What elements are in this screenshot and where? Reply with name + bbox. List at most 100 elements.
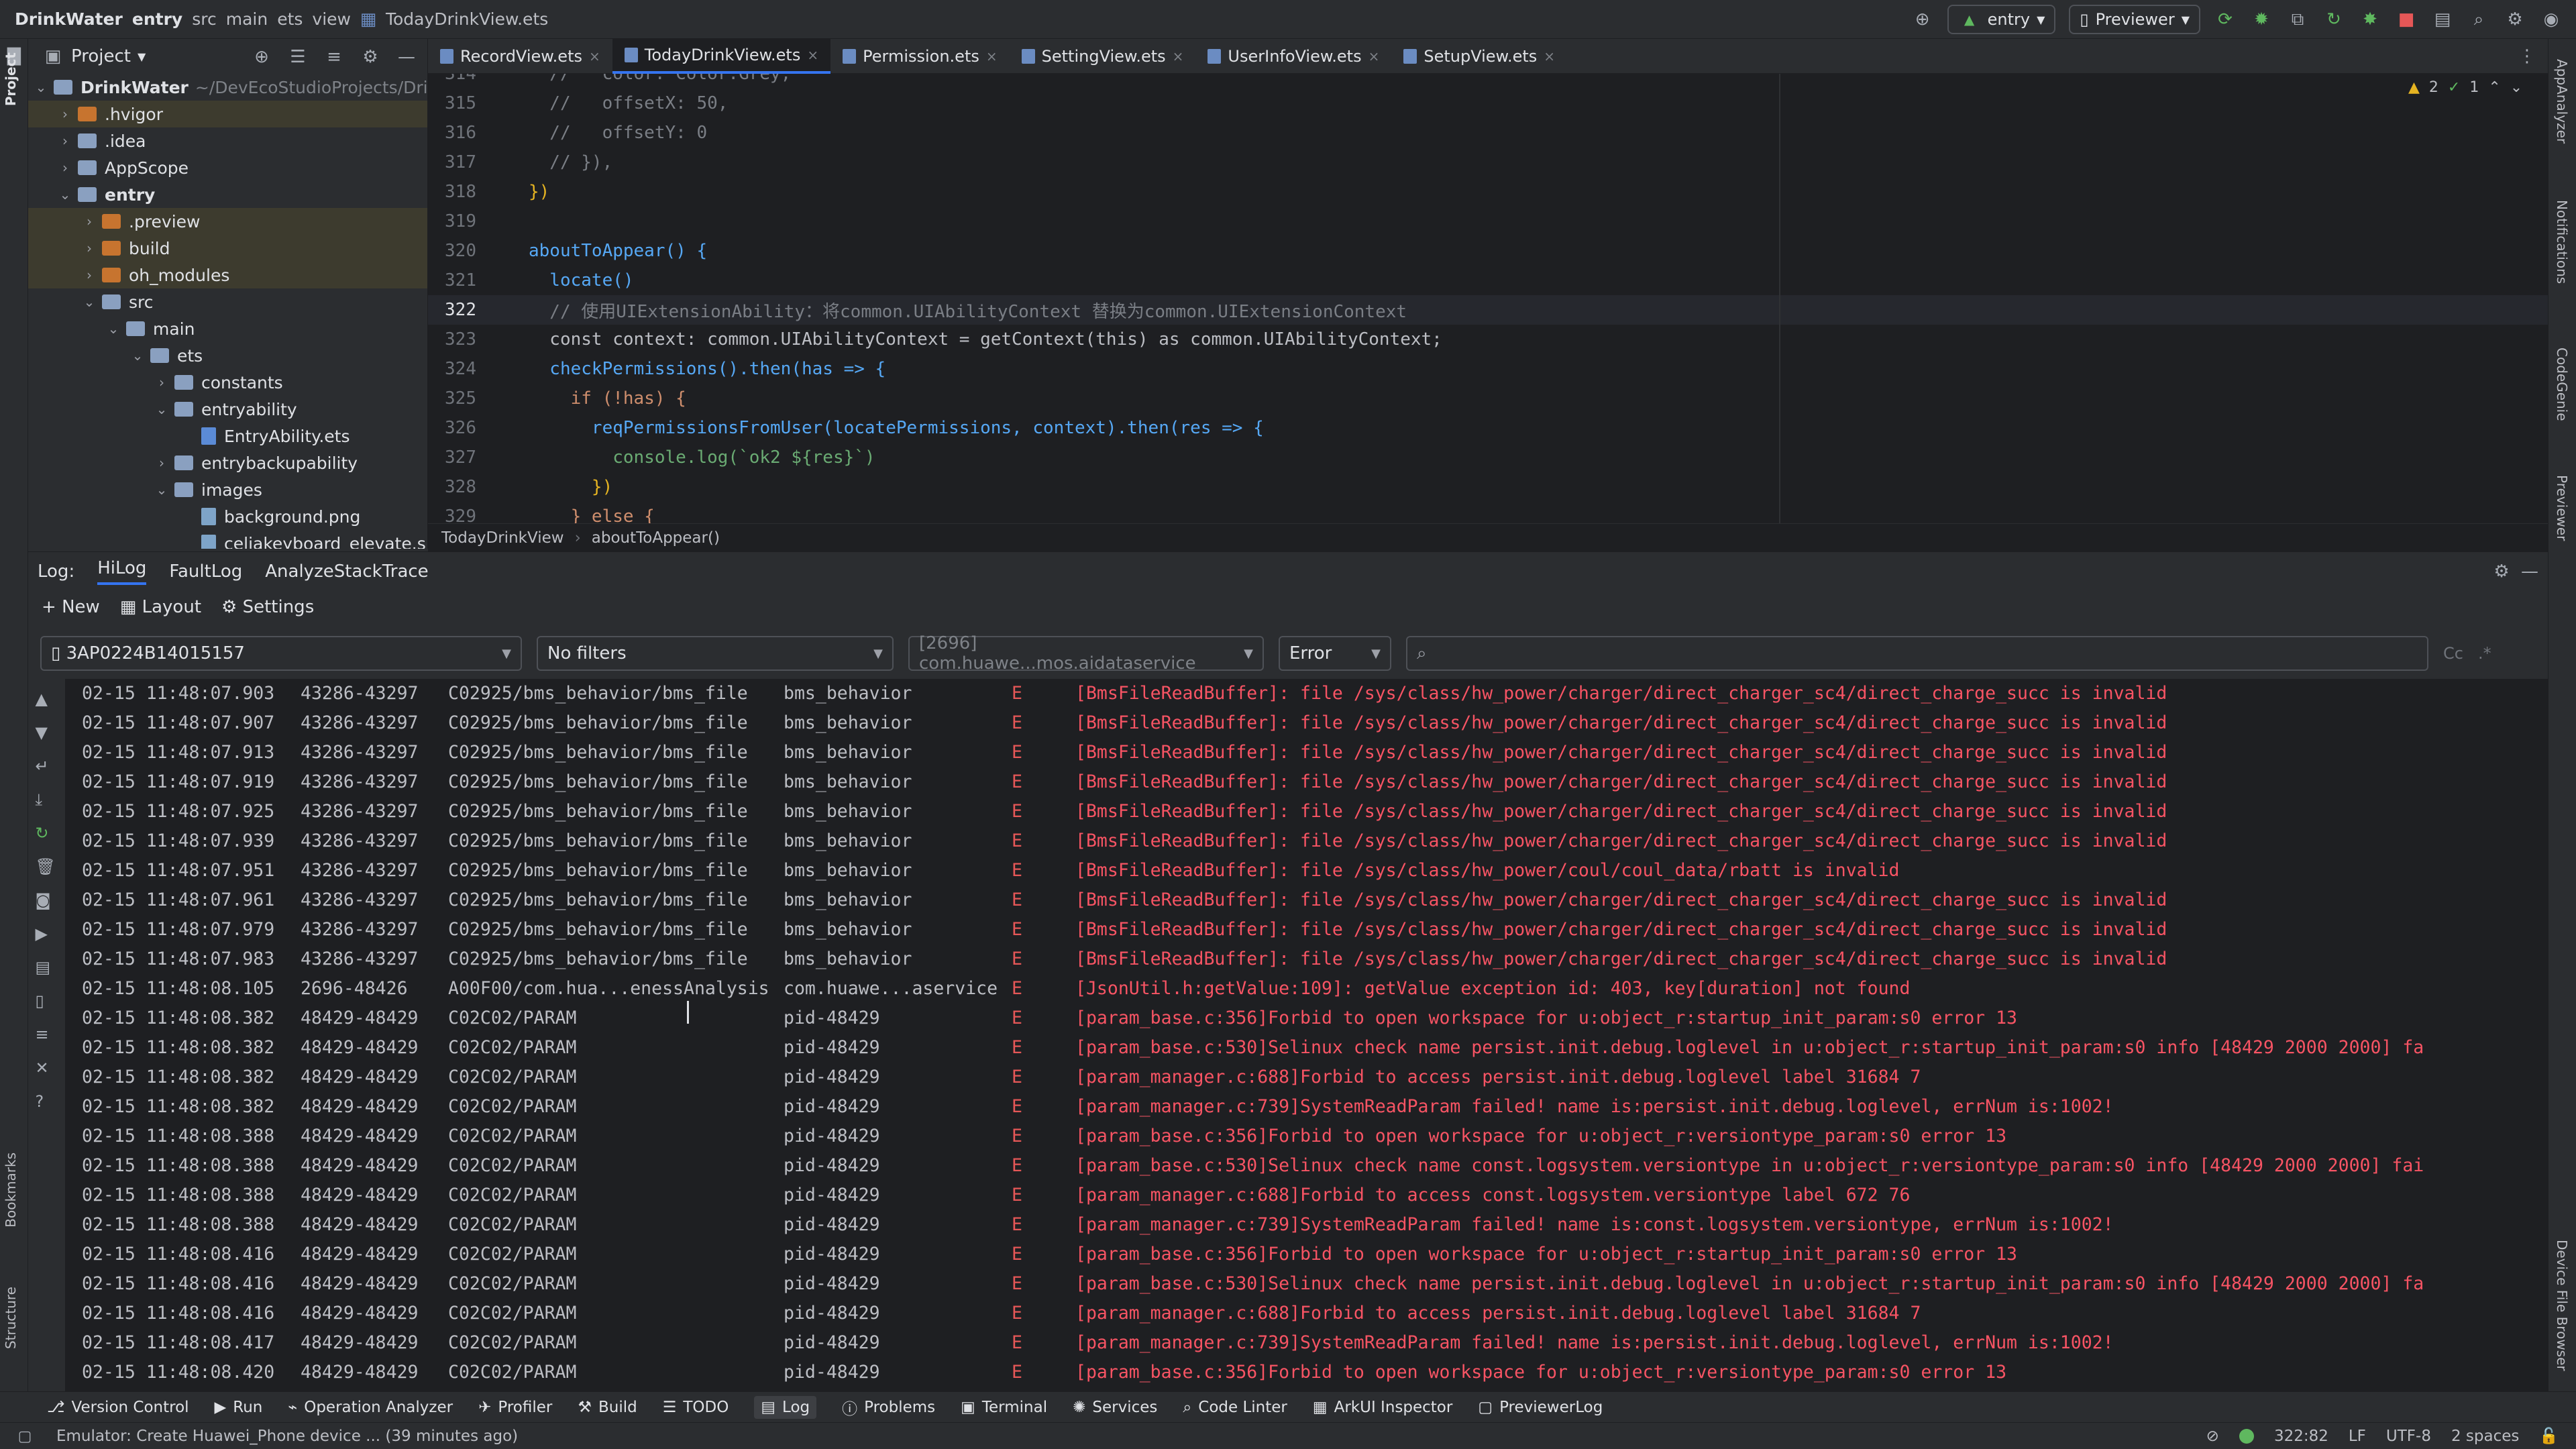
status-message[interactable]: Emulator: Create Huawei_Phone device ...… <box>56 1428 518 1445</box>
tool-arkui-inspector[interactable]: ▦ ArkUI Inspector <box>1313 1399 1452 1416</box>
profile-icon[interactable]: ✸ <box>2359 8 2381 31</box>
indentation[interactable]: 2 spaces <box>2451 1428 2519 1445</box>
power-save-icon[interactable]: ⊘ <box>2206 1428 2219 1445</box>
layout-button[interactable]: ▦ Layout <box>120 597 201 617</box>
tab-setupview[interactable]: SetupView.ets × <box>1391 39 1567 74</box>
codegenie-tool-label[interactable]: CodeGenie <box>2554 347 2570 421</box>
code-editor[interactable]: 314 // color: Color.Grey, 315 // offsetX… <box>428 74 2548 523</box>
save-icon[interactable]: ▤ <box>36 958 58 981</box>
more-tabs-icon[interactable]: ⋮ <box>2516 45 2538 68</box>
breadcrumb-src[interactable]: src <box>192 9 217 29</box>
log-row[interactable]: 02-15 11:48:07.961 43286-43297 C02925/bms_… <box>66 885 2548 915</box>
log-row[interactable]: 02-15 11:48:08.388 48429-48429 C02C02/PARA… <box>66 1122 2548 1151</box>
device-file-browser-tool-label[interactable]: Device File Browser <box>2554 1240 2570 1371</box>
stop-icon[interactable]: ■ <box>2395 8 2418 31</box>
tree-item-hvigor[interactable]: › .hvigor <box>28 101 427 127</box>
record-video-icon[interactable]: ▶ <box>36 924 58 947</box>
log-row[interactable]: 02-15 11:48:08.382 48429-48429 C02C02/PARA… <box>66 1092 2548 1122</box>
module-selector[interactable]: ▲ entry ▼ <box>1947 5 2056 34</box>
log-row[interactable]: 02-15 11:48:07.983 43286-43297 C02925/bms_… <box>66 945 2548 974</box>
tree-item-oh-modules[interactable]: › oh_modules <box>28 262 427 288</box>
device-selector[interactable]: ▯ Previewer ▼ <box>2069 5 2200 34</box>
chevron-right-icon[interactable]: › <box>80 267 98 283</box>
chevron-right-icon[interactable]: › <box>80 240 98 256</box>
chevron-down-icon[interactable]: ⌄ <box>32 79 50 95</box>
arrow-up-icon[interactable]: ▲ <box>36 690 58 712</box>
tree-item-src[interactable]: ⌄ src <box>28 288 427 315</box>
tab-faultlog[interactable]: FaultLog <box>169 561 242 582</box>
soft-wrap-icon[interactable]: ↵ <box>36 757 58 780</box>
notifications-tool-label[interactable]: Notifications <box>2554 200 2570 284</box>
tree-item-background-png[interactable]: background.png <box>28 503 427 530</box>
tool-log[interactable]: ▤ Log <box>754 1395 817 1419</box>
log-settings-button[interactable]: ⚙ Settings <box>221 597 314 617</box>
tree-item-appscope[interactable]: › AppScope <box>28 154 427 181</box>
tree-item-main[interactable]: ⌄ main <box>28 315 427 342</box>
rerun-icon[interactable]: ↻ <box>2322 8 2345 31</box>
device-dropdown[interactable]: ▯ 3AP0224B14015157 ▼ <box>40 636 522 671</box>
tab-hilog[interactable]: HiLog <box>97 558 147 585</box>
tree-item-entry[interactable]: ⌄ entry <box>28 181 427 208</box>
tree-item-entryability-file[interactable]: EntryAbility.ets <box>28 423 427 449</box>
tool-version-control[interactable]: ⎇ Version Control <box>47 1399 189 1416</box>
tree-item-entryability[interactable]: ⌄ entryability <box>28 396 427 423</box>
previewer-tool-label[interactable]: Previewer <box>2554 475 2570 541</box>
tab-todaydrinkview[interactable]: TodayDrinkView.ets × <box>612 38 831 74</box>
chevron-right-icon[interactable]: › <box>56 133 74 149</box>
minimize-icon[interactable]: — <box>395 46 418 68</box>
scroll-to-end-icon[interactable]: ⤓ <box>36 790 58 813</box>
log-row[interactable]: 02-15 11:48:08.388 48429-48429 C02C02/PARA… <box>66 1151 2548 1181</box>
line-ending[interactable]: LF <box>2349 1428 2366 1445</box>
log-row[interactable]: 02-15 11:48:07.925 43286-43297 C02925/bms_… <box>66 797 2548 826</box>
filter-settings-icon[interactable]: ≡ <box>36 1025 58 1048</box>
device-icon[interactable]: ▯ <box>36 991 58 1014</box>
log-row[interactable]: 02-15 11:48:07.903 43286-43297 C02925/bms_… <box>66 679 2548 708</box>
breadcrumb-ets[interactable]: ets <box>277 9 303 29</box>
gear-icon[interactable]: ⚙ <box>359 46 382 68</box>
tool-services[interactable]: ✺ Services <box>1073 1399 1157 1416</box>
file-encoding[interactable]: UTF-8 <box>2386 1428 2431 1445</box>
tree-item-root[interactable]: ⌄ DrinkWater ~/DevEcoStudioProjects/Dri <box>28 74 427 101</box>
tool-run[interactable]: ▶ Run <box>215 1399 263 1416</box>
account-icon[interactable]: ◉ <box>2540 8 2563 31</box>
caret-position[interactable]: 322:82 <box>2274 1428 2328 1445</box>
tool-terminal[interactable]: ▣ Terminal <box>961 1399 1047 1416</box>
breadcrumb-file[interactable]: TodayDrinkView.ets <box>386 9 548 29</box>
chevron-right-icon[interactable]: › <box>56 160 74 176</box>
log-level-dropdown[interactable]: Error ▼ <box>1279 636 1391 671</box>
log-row[interactable]: 02-15 11:48:08.388 48429-48429 C02C02/PARA… <box>66 1181 2548 1210</box>
regex-toggle[interactable]: .* <box>2478 644 2491 663</box>
chevron-right-icon[interactable]: › <box>56 106 74 122</box>
close-icon[interactable]: × <box>1368 48 1380 64</box>
tab-analyzestacktrace[interactable]: AnalyzeStackTrace <box>265 561 428 582</box>
chevron-down-icon[interactable]: ⌄ <box>2510 79 2522 96</box>
tab-recordview[interactable]: RecordView.ets × <box>428 39 612 74</box>
chevron-down-icon[interactable]: ⌄ <box>105 321 122 337</box>
chevron-down-icon[interactable]: ⌄ <box>56 186 74 203</box>
restart-icon[interactable]: ↻ <box>36 824 58 847</box>
app-analyzer-tool-label[interactable]: AppAnalyzer <box>2554 59 2570 144</box>
gear-icon[interactable]: ⚙ <box>2490 560 2513 583</box>
new-log-button[interactable]: + New <box>42 597 100 617</box>
tree-item-build[interactable]: › build <box>28 235 427 262</box>
close-icon[interactable]: × <box>1544 48 1555 64</box>
tree-item-ets[interactable]: ⌄ ets <box>28 342 427 369</box>
close-icon[interactable]: × <box>589 48 600 64</box>
log-row[interactable]: 02-15 11:48:08.382 48429-48429 C02C02/PARA… <box>66 1004 2548 1033</box>
minimize-icon[interactable]: — <box>2518 560 2541 583</box>
device-manager-icon[interactable]: ▤ <box>2431 8 2454 31</box>
log-row[interactable]: 02-15 11:48:08.420 48429-48429 C02C02/PARA… <box>66 1358 2548 1387</box>
log-row[interactable]: 02-15 11:48:08.417 48429-48429 C02C02/PARA… <box>66 1328 2548 1358</box>
chevron-down-icon[interactable]: ⌄ <box>153 482 170 498</box>
filter-dropdown[interactable]: No filters ▼ <box>537 636 894 671</box>
locate-icon[interactable]: ⊕ <box>250 46 273 68</box>
tab-permission[interactable]: Permission.ets × <box>830 39 1010 74</box>
log-row[interactable]: 02-15 11:48:07.951 43286-43297 C02925/bms_… <box>66 856 2548 885</box>
chevron-right-icon[interactable]: › <box>80 213 98 229</box>
breadcrumb-method[interactable]: aboutToAppear() <box>592 529 720 547</box>
clear-log-icon[interactable]: 🗑 <box>36 857 58 880</box>
log-row[interactable]: 02-15 11:48:08.382 48429-48429 C02C02/PARA… <box>66 1063 2548 1092</box>
breadcrumb-project[interactable]: DrinkWater <box>15 9 123 29</box>
tool-todo[interactable]: ☰ TODO <box>663 1399 729 1416</box>
attach-debugger-icon[interactable]: ⧉ <box>2286 8 2309 31</box>
